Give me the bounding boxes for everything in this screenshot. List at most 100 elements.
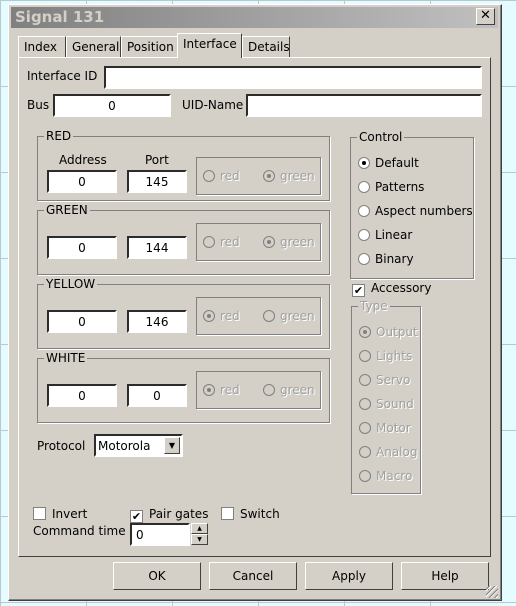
port-input[interactable]: 145 [127, 170, 187, 193]
dialog-title: Signal 131 [15, 8, 105, 26]
radio-icon [358, 157, 370, 169]
output-radio-group: red green [196, 297, 321, 335]
port-input[interactable]: 144 [127, 236, 187, 259]
radio-red[interactable]: red [203, 383, 240, 397]
radio-green-label: green [280, 235, 315, 249]
type-option[interactable]: Sound [359, 397, 414, 411]
type-option[interactable]: Lights [359, 349, 412, 363]
control-option-label: Binary [375, 252, 414, 266]
radio-green[interactable]: green [263, 309, 315, 323]
radio-green-label: green [280, 383, 315, 397]
radio-red[interactable]: red [203, 309, 240, 323]
address-input[interactable]: 0 [47, 384, 117, 407]
help-button[interactable]: Help [401, 562, 489, 590]
uid-name-input[interactable] [246, 94, 482, 117]
invert-checkbox[interactable]: Invert [33, 507, 87, 521]
color-group-label: YELLOW [44, 277, 98, 291]
type-option[interactable]: Servo [359, 373, 410, 387]
radio-green-label: green [280, 309, 315, 323]
switch-label: Switch [240, 507, 280, 521]
interface-id-input[interactable] [104, 66, 482, 89]
type-group-label: Type [358, 299, 390, 313]
tab-position[interactable]: Position [121, 36, 178, 58]
bus-label: Bus [27, 98, 50, 112]
color-group-label: GREEN [44, 203, 90, 217]
type-option[interactable]: Motor [359, 421, 411, 435]
address-input[interactable]: 0 [47, 170, 117, 193]
command-time-input[interactable]: 0 [130, 523, 190, 546]
color-group-white: WHITE 0 0 red green [37, 351, 330, 423]
port-input[interactable]: 0 [127, 384, 187, 407]
protocol-label: Protocol [37, 439, 86, 453]
radio-icon [203, 310, 215, 322]
accessory-checkbox[interactable]: ✔ Accessory [352, 281, 431, 297]
tab-index[interactable]: Index [18, 36, 66, 58]
port-input[interactable]: 146 [127, 310, 187, 333]
radio-icon [359, 350, 371, 362]
color-group-yellow: YELLOW 0 146 red green [37, 277, 330, 349]
title-bar[interactable]: Signal 131 [11, 7, 498, 28]
control-group-label: Control [357, 130, 405, 144]
type-option[interactable]: Output [359, 325, 418, 339]
pair-gates-checkbox[interactable]: ✔ Pair gates [130, 507, 208, 523]
radio-icon [359, 374, 371, 386]
apply-button[interactable]: Apply [305, 562, 393, 590]
control-option-label: Patterns [375, 180, 425, 194]
spin-down-icon[interactable]: ▼ [191, 534, 208, 545]
color-group-green: GREEN 0 144 red green [37, 203, 330, 275]
radio-red-label: red [220, 383, 240, 397]
switch-checkbox[interactable]: Switch [221, 507, 280, 521]
command-time-label: Command time [33, 524, 126, 538]
check-icon: ✔ [352, 284, 365, 297]
resize-grip-icon[interactable] [486, 586, 498, 598]
spin-up-icon[interactable]: ▲ [191, 523, 208, 534]
bus-input[interactable]: 0 [53, 94, 171, 117]
type-option-label: Sound [376, 397, 414, 411]
radio-green[interactable]: green [263, 235, 315, 249]
type-group: Type Output Lights Servo Sound Motor Analog Ma… [351, 299, 421, 494]
control-option-label: Default [375, 156, 419, 170]
address-input[interactable]: 0 [47, 310, 117, 333]
control-option-label: Aspect numbers [375, 204, 473, 218]
color-group-label: RED [44, 129, 74, 143]
ok-button[interactable]: OK [113, 562, 201, 590]
control-group: Control Default Patterns Aspect numbers Lin… [350, 130, 474, 279]
radio-red[interactable]: red [203, 169, 240, 183]
type-option[interactable]: Analog [359, 445, 417, 459]
type-option[interactable]: Macro [359, 469, 412, 483]
control-option[interactable]: Linear [358, 228, 412, 242]
tab-general[interactable]: General [66, 36, 121, 58]
type-option-label: Lights [376, 349, 413, 363]
radio-red-label: red [220, 235, 240, 249]
tab-details[interactable]: Details [242, 36, 290, 58]
protocol-select[interactable]: Motorola ▼ [94, 434, 183, 457]
radio-icon [203, 236, 215, 248]
radio-icon [358, 181, 370, 193]
radio-green[interactable]: green [263, 169, 315, 183]
radio-icon [358, 229, 370, 241]
checkbox-box [221, 507, 234, 520]
radio-icon [263, 384, 275, 396]
pair-gates-label: Pair gates [149, 507, 209, 521]
chevron-down-icon[interactable]: ▼ [164, 437, 180, 454]
interface-id-label: Interface ID [27, 69, 98, 83]
address-input[interactable]: 0 [47, 236, 117, 259]
type-option-label: Servo [376, 373, 411, 387]
radio-green[interactable]: green [263, 383, 315, 397]
check-icon: ✔ [130, 510, 143, 523]
close-button[interactable]: ✕ [476, 8, 495, 25]
cancel-button[interactable]: Cancel [209, 562, 297, 590]
radio-icon [203, 384, 215, 396]
control-option[interactable]: Aspect numbers [358, 204, 473, 218]
tab-interface[interactable]: Interface [177, 33, 242, 58]
radio-icon [358, 253, 370, 265]
radio-icon [263, 310, 275, 322]
radio-icon [359, 398, 371, 410]
control-option[interactable]: Patterns [358, 180, 424, 194]
control-option[interactable]: Default [358, 156, 419, 170]
radio-red[interactable]: red [203, 235, 240, 249]
control-option[interactable]: Binary [358, 252, 414, 266]
radio-icon [358, 205, 370, 217]
type-option-label: Macro [376, 469, 413, 483]
type-option-label: Motor [376, 421, 411, 435]
